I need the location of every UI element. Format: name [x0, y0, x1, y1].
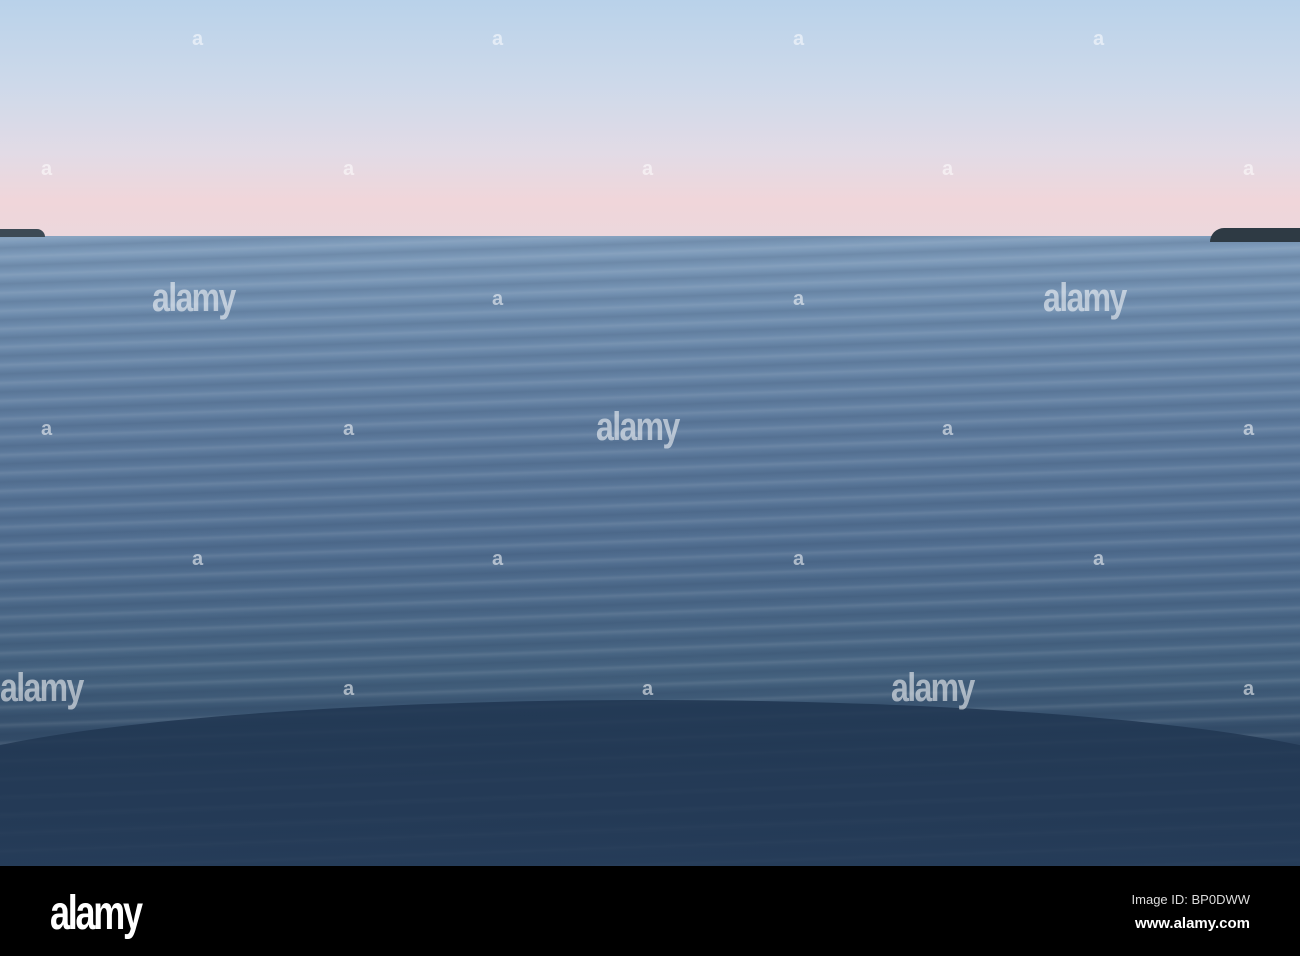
watermark-mark: a: [942, 418, 954, 440]
watermark-mark: a: [41, 158, 53, 180]
watermark-mark: a: [1243, 418, 1255, 440]
watermark-mark: a: [642, 158, 654, 180]
watermark-logo: alamy: [0, 666, 84, 710]
headland-left: [0, 229, 45, 237]
watermark-mark: a: [192, 28, 204, 50]
foreground-wave: [0, 700, 1300, 866]
footer-logo: alamy: [50, 887, 143, 940]
watermark-mark: a: [642, 678, 654, 700]
watermark-mark: a: [793, 288, 805, 310]
watermark-mark: a: [793, 28, 805, 50]
watermark-mark: a: [793, 548, 805, 570]
watermark-logo: alamy: [152, 276, 236, 320]
watermark-mark: a: [492, 28, 504, 50]
watermark-mark: a: [192, 548, 204, 570]
sea-photo: alamy alamy alamy alamy alamy a a a a a …: [0, 0, 1300, 866]
watermark-mark: a: [1093, 548, 1105, 570]
watermark-logo: alamy: [891, 666, 975, 710]
watermark-mark: a: [343, 418, 355, 440]
watermark-mark: a: [492, 548, 504, 570]
watermark-mark: a: [1243, 158, 1255, 180]
watermark-mark: a: [1093, 28, 1105, 50]
watermark-mark: a: [41, 418, 53, 440]
watermark-mark: a: [343, 678, 355, 700]
footer-bar: alamy Image ID: BP0DWW www.alamy.com: [0, 866, 1300, 956]
site-url: www.alamy.com: [1134, 915, 1250, 932]
watermark-logo: alamy: [1043, 276, 1127, 320]
watermark-logo: alamy: [596, 405, 680, 449]
headland-right: [1210, 228, 1300, 242]
watermark-mark: a: [492, 288, 504, 310]
watermark-mark: a: [1243, 678, 1255, 700]
image-id: Image ID: BP0DWW: [1131, 892, 1250, 907]
watermark-mark: a: [343, 158, 355, 180]
watermark-mark: a: [942, 158, 954, 180]
